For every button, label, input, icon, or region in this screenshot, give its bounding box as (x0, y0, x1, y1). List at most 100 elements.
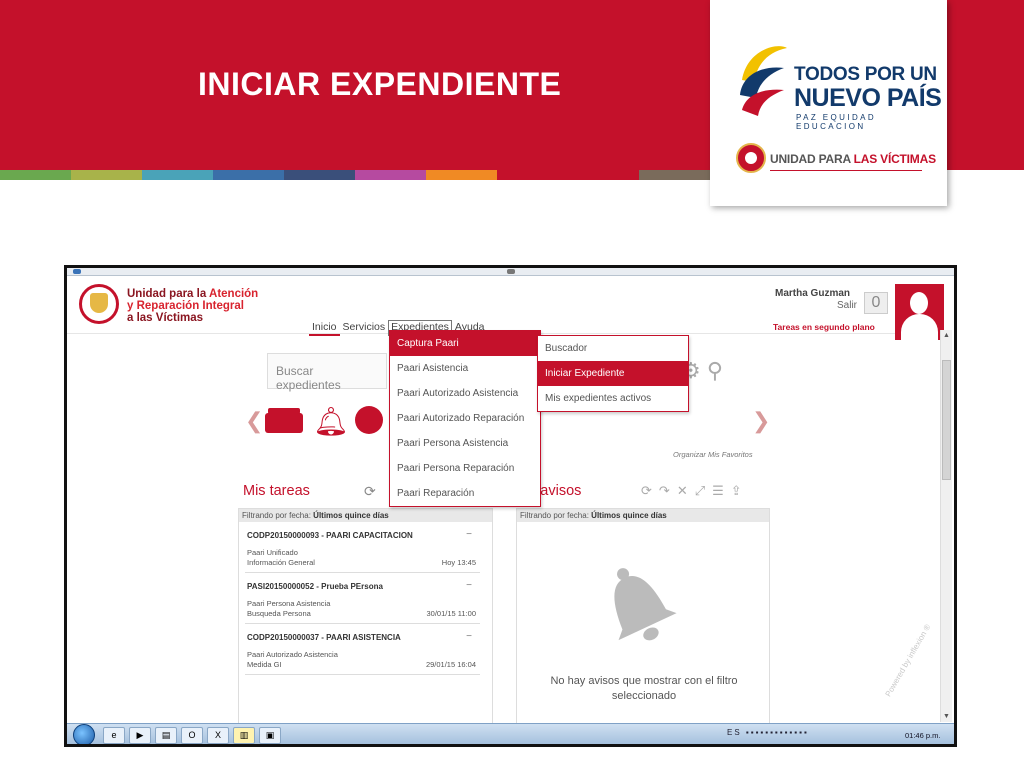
collapse-icon[interactable]: − (466, 529, 472, 540)
powered-by-watermark: Powered by inflexion ® (883, 622, 933, 699)
submenu-item[interactable]: Iniciar Expediente (538, 361, 688, 386)
app-header: Unidad para la Atención y Reparación Int… (67, 276, 944, 340)
stripe-segment (355, 170, 426, 180)
taskbar-clock[interactable]: 01:46 p.m. (905, 731, 940, 740)
start-button[interactable] (73, 724, 95, 744)
submenu-item[interactable]: Mis expedientes activos (538, 386, 688, 411)
taskbar-pdf-icon[interactable]: ▣ (259, 727, 281, 744)
task-step: Busqueda Persona (247, 609, 311, 618)
expand-icon[interactable]: ⤢ (695, 483, 712, 498)
scroll-up-icon[interactable]: ▲ (941, 330, 952, 341)
victims-unit-suffix: LAS VÍCTIMAS (853, 152, 936, 166)
colombia-flag-swoosh-logo (740, 46, 787, 116)
refresh-icon[interactable]: ⟳ (364, 483, 376, 500)
scroll-down-icon[interactable]: ▼ (941, 711, 952, 722)
task-title: CODP20150000093 - PAARI CAPACITACION (247, 531, 413, 540)
carousel-prev-icon[interactable]: ❮ (245, 408, 263, 434)
carousel-next-icon[interactable]: ❯ (752, 408, 770, 434)
slide: INICIAR EXPENDIENTE TODOS POR UN NUEVO P… (0, 0, 1024, 768)
browser-icon (507, 269, 515, 274)
task-row[interactable]: CODP20150000093 - PAARI CAPACITACION − Paa… (245, 522, 480, 573)
filter-label: Filtrando por fecha: (520, 511, 589, 520)
notification-count[interactable]: 0 (864, 292, 888, 314)
globe-search-icon[interactable] (355, 406, 383, 434)
logo-text-line2: NUEVO PAÍS (794, 84, 942, 112)
task-row[interactable]: CODP20150000037 - PAARI ASISTENCIA − Paari… (245, 624, 480, 675)
tasks-panel: Filtrando por fecha: Últimos quince días… (238, 508, 493, 728)
tasks-title: Mis tareas (243, 483, 310, 499)
search-input[interactable]: Buscar expedientes (267, 353, 387, 392)
browser-toolbar-strip (67, 268, 954, 276)
user-name: Martha Guzman (775, 288, 851, 299)
taskbar-folder-icon[interactable]: ▤ (155, 727, 177, 744)
close-icon[interactable]: ✕ (677, 483, 695, 498)
stripe-segment (0, 170, 71, 180)
refresh-icon[interactable]: ⟳ (641, 483, 659, 498)
task-step: Medida GI (247, 660, 282, 669)
menu-item[interactable]: Paari Persona Reparación (390, 456, 540, 481)
inbox-tray-icon[interactable] (265, 408, 303, 433)
task-time: 29/01/15 16:04 (425, 660, 476, 669)
task-list: CODP20150000093 - PAARI CAPACITACION − Paa… (239, 522, 492, 675)
menu-item[interactable]: Paari Autorizado Reparación (390, 406, 540, 431)
app-logo-line1: Unidad para la Atención (127, 288, 258, 300)
filter-value: Últimos quince días (313, 511, 389, 520)
captura-paari-submenu: Buscador Iniciar Expediente Mis expediente… (537, 335, 689, 412)
menu-item[interactable]: Captura Paari (390, 331, 540, 356)
menu-item[interactable]: Paari Asistencia (390, 356, 540, 381)
taskbar-explorer-icon[interactable]: ▥ (233, 727, 255, 744)
nav-servicios[interactable]: Servicios (340, 320, 389, 336)
filter-sliders-icon[interactable]: ☰ (712, 483, 731, 498)
app-logo-text: Unidad para la Atención y Reparación Int… (127, 288, 258, 324)
avatar[interactable] (895, 284, 944, 340)
collapse-icon[interactable]: − (466, 580, 472, 591)
forward-icon[interactable]: ↷ (659, 483, 677, 498)
search-icon[interactable]: ⚲ (707, 358, 723, 383)
scroll-thumb[interactable] (942, 360, 951, 480)
slide-title: INICIAR EXPENDIENTE (198, 66, 562, 102)
tray-icons[interactable]: ▪▪▪▪▪▪▪▪▪▪▪▪▪ (746, 728, 809, 737)
taskbar-excel-icon[interactable]: X (207, 727, 229, 744)
notices-toolbar: ⟳↷✕⤢☰⇪ (641, 483, 749, 499)
menu-item[interactable]: Paari Persona Asistencia (390, 431, 540, 456)
stripe-segment (639, 170, 710, 180)
share-icon[interactable]: ⇪ (731, 483, 749, 498)
stripe-segment (213, 170, 284, 180)
system-tray: ES ▪▪▪▪▪▪▪▪▪▪▪▪▪ (727, 728, 809, 737)
taskbar-ie-icon[interactable]: e (103, 727, 125, 744)
nav-inicio[interactable]: Inicio (309, 320, 340, 336)
bell-icon[interactable]: 🔔︎ (313, 405, 349, 438)
victims-unit-rule (770, 170, 922, 171)
stripe-segment (497, 170, 568, 180)
victims-unit-prefix: UNIDAD PARA (770, 152, 854, 166)
task-process: Paari Autorizado Asistencia (247, 650, 338, 659)
expedientes-dropdown: Captura Paari Paari Asistencia Paari Autor… (389, 330, 541, 507)
collapse-icon[interactable]: − (466, 631, 472, 642)
app-logo-line2: y Reparación Integral (127, 300, 244, 312)
app-logo-line1a: Unidad para la (127, 288, 210, 300)
organize-favorites-link[interactable]: Organizar Mis Favoritos (673, 450, 753, 459)
filter-label: Filtrando por fecha: (242, 511, 311, 520)
background-tasks-link[interactable]: Tareas en segundo plano (773, 322, 875, 332)
task-step: Información General (247, 558, 315, 567)
taskbar-media-icon[interactable]: ▶ (129, 727, 151, 744)
stripe-segment (142, 170, 213, 180)
bell-icon (614, 568, 677, 641)
submenu-item[interactable]: Buscador (538, 336, 688, 361)
victims-unit-text: UNIDAD PARA LAS VÍCTIMAS (770, 152, 936, 166)
stripe-segment (284, 170, 355, 180)
notices-filter-bar: Filtrando por fecha: Últimos quince días (517, 509, 769, 522)
empty-notices-message: No hay avisos que mostrar con el filtro … (550, 675, 738, 702)
vertical-scrollbar[interactable]: ▲ ▼ (940, 330, 952, 722)
menu-item[interactable]: Paari Autorizado Asistencia (390, 381, 540, 406)
taskbar-outlook-icon[interactable]: O (181, 727, 203, 744)
logo-text-line1: TODOS POR UN (794, 64, 937, 85)
menu-item[interactable]: Paari Reparación (390, 481, 540, 506)
task-process: Paari Persona Asistencia (247, 599, 331, 608)
task-title: PASI20150000052 - Prueba PErsona (247, 582, 383, 591)
task-row[interactable]: PASI20150000052 - Prueba PErsona − Paari P… (245, 573, 480, 624)
windows-taskbar: e ▶ ▤ O X ▥ ▣ ES ▪▪▪▪▪▪▪▪▪▪▪▪▪ 01:46 p.m… (67, 723, 954, 744)
logout-link[interactable]: Salir (837, 300, 857, 311)
app-logo-seal[interactable] (79, 284, 119, 324)
language-indicator[interactable]: ES (727, 728, 742, 737)
